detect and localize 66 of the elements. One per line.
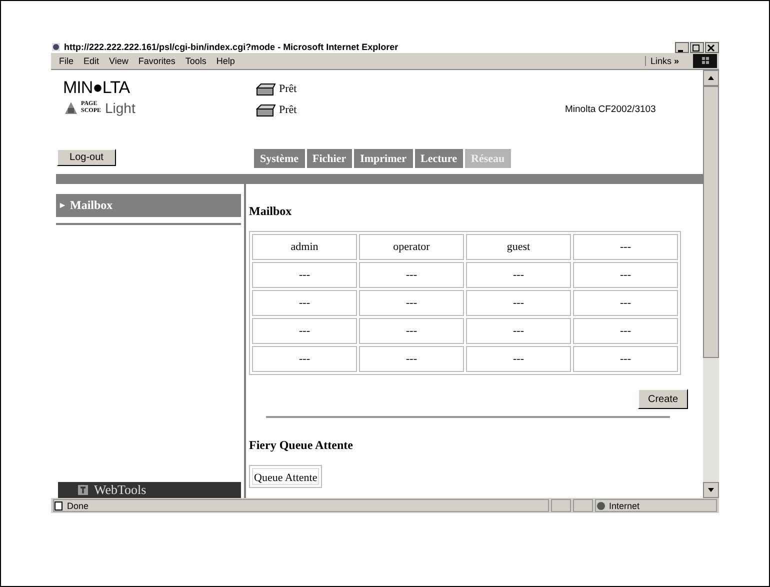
links-button[interactable]: Links » — [645, 56, 683, 66]
menu-item[interactable]: Edit — [84, 56, 100, 66]
printer-status: Prêt — [279, 82, 297, 94]
webtools-label: WebTools — [94, 482, 146, 498]
mailbox-cell[interactable]: --- — [466, 346, 571, 372]
status-pane — [573, 499, 593, 512]
create-button[interactable]: Create — [638, 389, 688, 409]
menu-item[interactable]: File — [59, 56, 74, 66]
mailbox-cell[interactable]: --- — [573, 318, 678, 344]
sidebar-item[interactable]: Mailbox — [56, 194, 241, 217]
mailbox-cell[interactable]: guest — [466, 234, 571, 260]
mailbox-cell[interactable]: --- — [252, 290, 357, 316]
window-title: http://222.222.222.161/psl/cgi-bin/index.cgi?mode - Microsoft Internet Explorer — [64, 42, 400, 52]
status-pane — [551, 499, 571, 512]
section-title: Fiery Queue Attente — [249, 438, 354, 453]
security-zone: Internet — [609, 500, 640, 510]
mailbox-cell[interactable]: operator — [359, 234, 464, 260]
scroll-down-icon — [707, 486, 715, 494]
maximize-button[interactable] — [690, 42, 704, 52]
mailbox-cell[interactable]: --- — [573, 290, 678, 316]
globe-icon — [596, 500, 606, 510]
close-icon — [707, 44, 715, 52]
queue-cell[interactable]: Queue Attente — [249, 465, 322, 488]
printer-icon — [255, 82, 277, 96]
triangle-icon — [59, 202, 66, 209]
minimize-icon — [678, 50, 683, 52]
scrollbar[interactable] — [703, 70, 719, 498]
printer-icon — [255, 102, 277, 116]
browser-icon — [51, 42, 61, 52]
printer-status: Prêt — [279, 104, 297, 116]
nav-tab[interactable]: Lecture — [414, 149, 463, 168]
menu-item[interactable]: Favorites — [138, 56, 176, 66]
status-text: Done — [67, 500, 89, 510]
minimize-button[interactable] — [675, 42, 689, 52]
mailbox-cell[interactable]: --- — [252, 262, 357, 288]
close-button[interactable] — [705, 42, 719, 52]
page-icon — [54, 500, 64, 510]
mailbox-cell[interactable]: --- — [252, 346, 357, 372]
section-title: Mailbox — [249, 204, 293, 219]
nav-tab[interactable]: Imprimer — [354, 149, 413, 168]
product-name: Light — [105, 100, 136, 116]
windows-logo-icon — [693, 54, 717, 68]
mailbox-cell[interactable]: --- — [573, 234, 678, 260]
mailbox-cell[interactable]: --- — [359, 346, 464, 372]
mailbox-cell[interactable]: admin — [252, 234, 357, 260]
mailbox-cell[interactable]: --- — [573, 346, 678, 372]
page-scope-icon — [63, 100, 79, 116]
menu-item[interactable]: Help — [216, 56, 235, 66]
logout-button[interactable]: Log-out — [57, 149, 116, 166]
mailbox-cell[interactable]: --- — [252, 318, 357, 344]
mailbox-cell[interactable]: --- — [466, 262, 571, 288]
nav-tab[interactable]: Fichier — [306, 149, 352, 168]
mailbox-cell[interactable]: --- — [359, 318, 464, 344]
mailbox-cell[interactable]: --- — [359, 290, 464, 316]
scroll-up-icon — [707, 74, 715, 82]
maximize-icon — [692, 44, 700, 52]
mailbox-cell[interactable]: --- — [466, 318, 571, 344]
menu-item[interactable]: Tools — [185, 56, 206, 66]
brand-logo: MIN●LTA — [63, 78, 131, 98]
tool-icon — [78, 485, 88, 495]
menu-item[interactable]: View — [109, 56, 128, 66]
mailbox-cell[interactable]: --- — [466, 290, 571, 316]
mailbox-cell[interactable]: --- — [359, 262, 464, 288]
nav-tab[interactable]: Système — [254, 149, 304, 168]
mailbox-cell[interactable]: --- — [573, 262, 678, 288]
device-model: Minolta CF2002/3103 — [565, 104, 656, 117]
